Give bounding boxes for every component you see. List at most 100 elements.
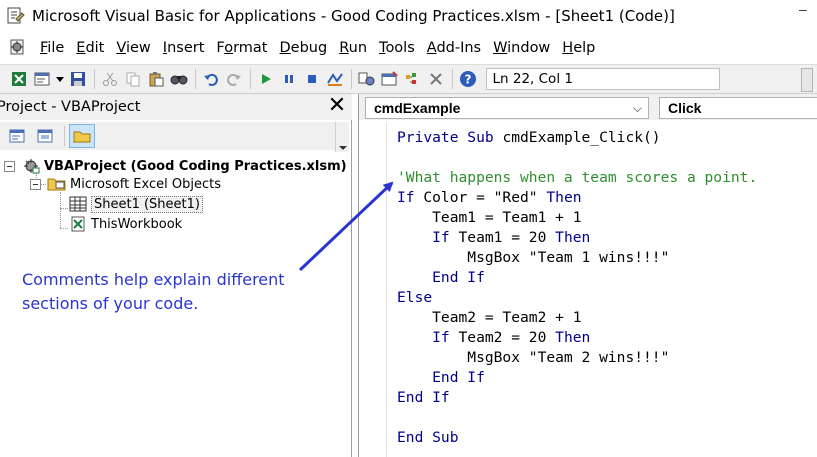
- object-browser-icon[interactable]: [402, 68, 424, 90]
- menu-label-part: ebug: [290, 40, 328, 56]
- code-keyword: Then: [555, 329, 591, 346]
- menu-label-part: un: [348, 40, 368, 56]
- code-line: Else: [397, 288, 757, 308]
- find-icon[interactable]: [168, 68, 190, 90]
- redo-icon[interactable]: [223, 68, 245, 90]
- tree-item-thisworkbook[interactable]: ThisWorkbook: [68, 214, 182, 234]
- menu-insert[interactable]: Insert: [157, 40, 211, 56]
- menu-label-part: indow: [507, 40, 551, 56]
- excel-view-icon[interactable]: [8, 68, 30, 90]
- reset-icon[interactable]: [301, 68, 323, 90]
- code-text: Team1 = Team1 + 1: [397, 209, 582, 226]
- toolbar-overflow-handle[interactable]: [801, 68, 813, 92]
- code-keyword: End Sub: [397, 429, 459, 446]
- cut-icon[interactable]: [99, 68, 121, 90]
- menu-accelerator: W: [493, 40, 508, 56]
- view-code-icon[interactable]: [4, 124, 30, 148]
- dropdown-arrow-icon[interactable]: [54, 68, 66, 90]
- design-mode-icon[interactable]: [324, 68, 346, 90]
- menu-label-part: rmat: [233, 40, 268, 56]
- procedure-dropdown[interactable]: Click: [659, 97, 817, 119]
- code-window-header: cmdExample ⌵ Click: [359, 94, 817, 120]
- code-text: cmdExample_Click(): [502, 129, 661, 146]
- code-keyword: Then: [555, 229, 591, 246]
- vba-app-icon[interactable]: [4, 5, 26, 27]
- code-keyword: If: [397, 189, 424, 206]
- code-keyword: If: [397, 229, 459, 246]
- toolbar-separator: [249, 69, 251, 89]
- toolbar-separator: [64, 126, 65, 146]
- help-icon[interactable]: ?: [457, 68, 479, 90]
- menu-tools[interactable]: Tools: [373, 40, 421, 56]
- project-pane-scrollbar[interactable]: [335, 122, 349, 152]
- code-text: Team1 = 20: [458, 229, 556, 246]
- code-line: Team1 = Team1 + 1: [397, 208, 757, 228]
- code-keyword: End If: [397, 369, 485, 386]
- object-dropdown[interactable]: cmdExample ⌵: [365, 97, 649, 119]
- tree-root-vbaproject[interactable]: VBAProject (Good Coding Practices.xlsm): [4, 156, 347, 176]
- code-text: Team2 = Team2 + 1: [397, 309, 582, 326]
- menu-label-part: ile: [47, 40, 65, 56]
- menu-edit[interactable]: Edit: [70, 40, 110, 56]
- code-text: Team2 = 20: [458, 329, 556, 346]
- document-menu-icon[interactable]: [6, 37, 30, 59]
- code-line: If Team2 = 20 Then: [397, 328, 757, 348]
- toolbar-separator: [93, 69, 95, 89]
- tree-connector: [60, 208, 68, 209]
- tree-item-label: ThisWorkbook: [91, 216, 183, 232]
- collapse-toggle[interactable]: [30, 178, 41, 190]
- chevron-down-icon[interactable]: ⌵: [633, 98, 642, 118]
- code-keyword: Private Sub: [397, 129, 503, 146]
- menu-accelerator: H: [562, 40, 574, 56]
- menu-file[interactable]: File: [34, 40, 70, 56]
- tree-item-sheet1[interactable]: Sheet1 (Sheet1): [68, 194, 203, 214]
- tree-folder-excel-objects[interactable]: Microsoft Excel Objects: [30, 174, 221, 194]
- menu-bar: File Edit View Insert Format Debug Run Tools Add…: [0, 34, 817, 62]
- menu-label-part: elp: [573, 40, 596, 56]
- menu-run[interactable]: Run: [333, 40, 373, 56]
- toolbox-icon[interactable]: [425, 68, 447, 90]
- menu-accelerator: R: [339, 40, 349, 56]
- vbaproject-icon: [21, 157, 41, 175]
- menu-help[interactable]: Help: [556, 40, 601, 56]
- save-icon[interactable]: [67, 68, 89, 90]
- menu-format[interactable]: Format: [210, 40, 273, 56]
- menu-accelerator: V: [116, 40, 126, 56]
- cursor-position-status: Ln 22, Col 1: [485, 68, 720, 90]
- properties-icon[interactable]: [379, 68, 401, 90]
- annotation-callout: Comments help explain different sections…: [22, 270, 285, 313]
- code-keyword: End If: [397, 389, 450, 406]
- menu-debug[interactable]: Debug: [274, 40, 334, 56]
- menu-add-ins[interactable]: Add-Ins: [421, 40, 487, 56]
- menu-window[interactable]: Window: [487, 40, 556, 56]
- code-text: MsgBox "Team 2 wins!!!": [397, 349, 670, 366]
- insert-module-icon[interactable]: [31, 68, 53, 90]
- run-icon[interactable]: [255, 68, 277, 90]
- object-dropdown-value: cmdExample: [374, 100, 461, 116]
- collapse-toggle[interactable]: [4, 160, 15, 172]
- code-keyword: If: [397, 329, 459, 346]
- break-icon[interactable]: [278, 68, 300, 90]
- toggle-folders-icon[interactable]: [69, 124, 95, 148]
- project-explorer-icon[interactable]: [356, 68, 378, 90]
- paste-icon[interactable]: [145, 68, 167, 90]
- folder-icon: [47, 175, 67, 193]
- close-icon[interactable]: ✕: [326, 95, 348, 117]
- view-object-icon[interactable]: [32, 124, 58, 148]
- code-margin-indicator-bar[interactable]: [359, 122, 387, 457]
- copy-icon[interactable]: [122, 68, 144, 90]
- code-editor[interactable]: Private Sub cmdExample_Click() 'What happ…: [397, 128, 757, 448]
- minimize-button[interactable]: –: [799, 2, 813, 20]
- code-line: Private Sub cmdExample_Click(): [397, 128, 757, 148]
- code-line: MsgBox "Team 1 wins!!!": [397, 248, 757, 268]
- tree-root-label: VBAProject (Good Coding Practices.xlsm): [44, 158, 347, 174]
- menu-accelerator: D: [279, 40, 291, 56]
- code-keyword: Else: [397, 289, 433, 306]
- code-keyword: Then: [546, 189, 582, 206]
- workbook-icon: [68, 215, 88, 233]
- tree-folder-label: Microsoft Excel Objects: [70, 176, 221, 192]
- menu-view[interactable]: View: [110, 40, 156, 56]
- code-text: MsgBox "Team 1 wins!!!": [397, 249, 670, 266]
- undo-icon[interactable]: [200, 68, 222, 90]
